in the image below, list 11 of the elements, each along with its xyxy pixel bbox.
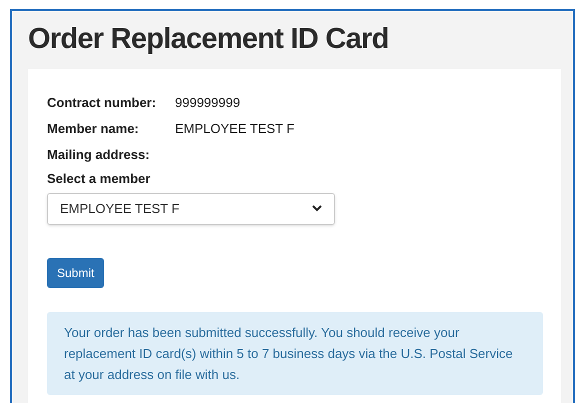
- chevron-down-icon: [312, 205, 322, 212]
- page-title: Order Replacement ID Card: [28, 22, 389, 57]
- field-label: Member name:: [47, 120, 140, 138]
- field-label: Contract number:: [47, 94, 158, 112]
- success-alert: Your order has been submitted successfully. You should receive your replacement ID card(s) within 5 to 7 business days via the U.S. Postal Service at your address on file with us.: [47, 312, 543, 395]
- member-select[interactable]: EMPLOYEE TEST F: [47, 192, 335, 225]
- submit-button[interactable]: Submit: [47, 258, 104, 288]
- field-label: Mailing address:: [47, 146, 151, 164]
- select-label: Select a member: [47, 170, 150, 188]
- field-value: EMPLOYEE TEST F: [175, 120, 294, 138]
- field-value: 999999999: [175, 94, 240, 112]
